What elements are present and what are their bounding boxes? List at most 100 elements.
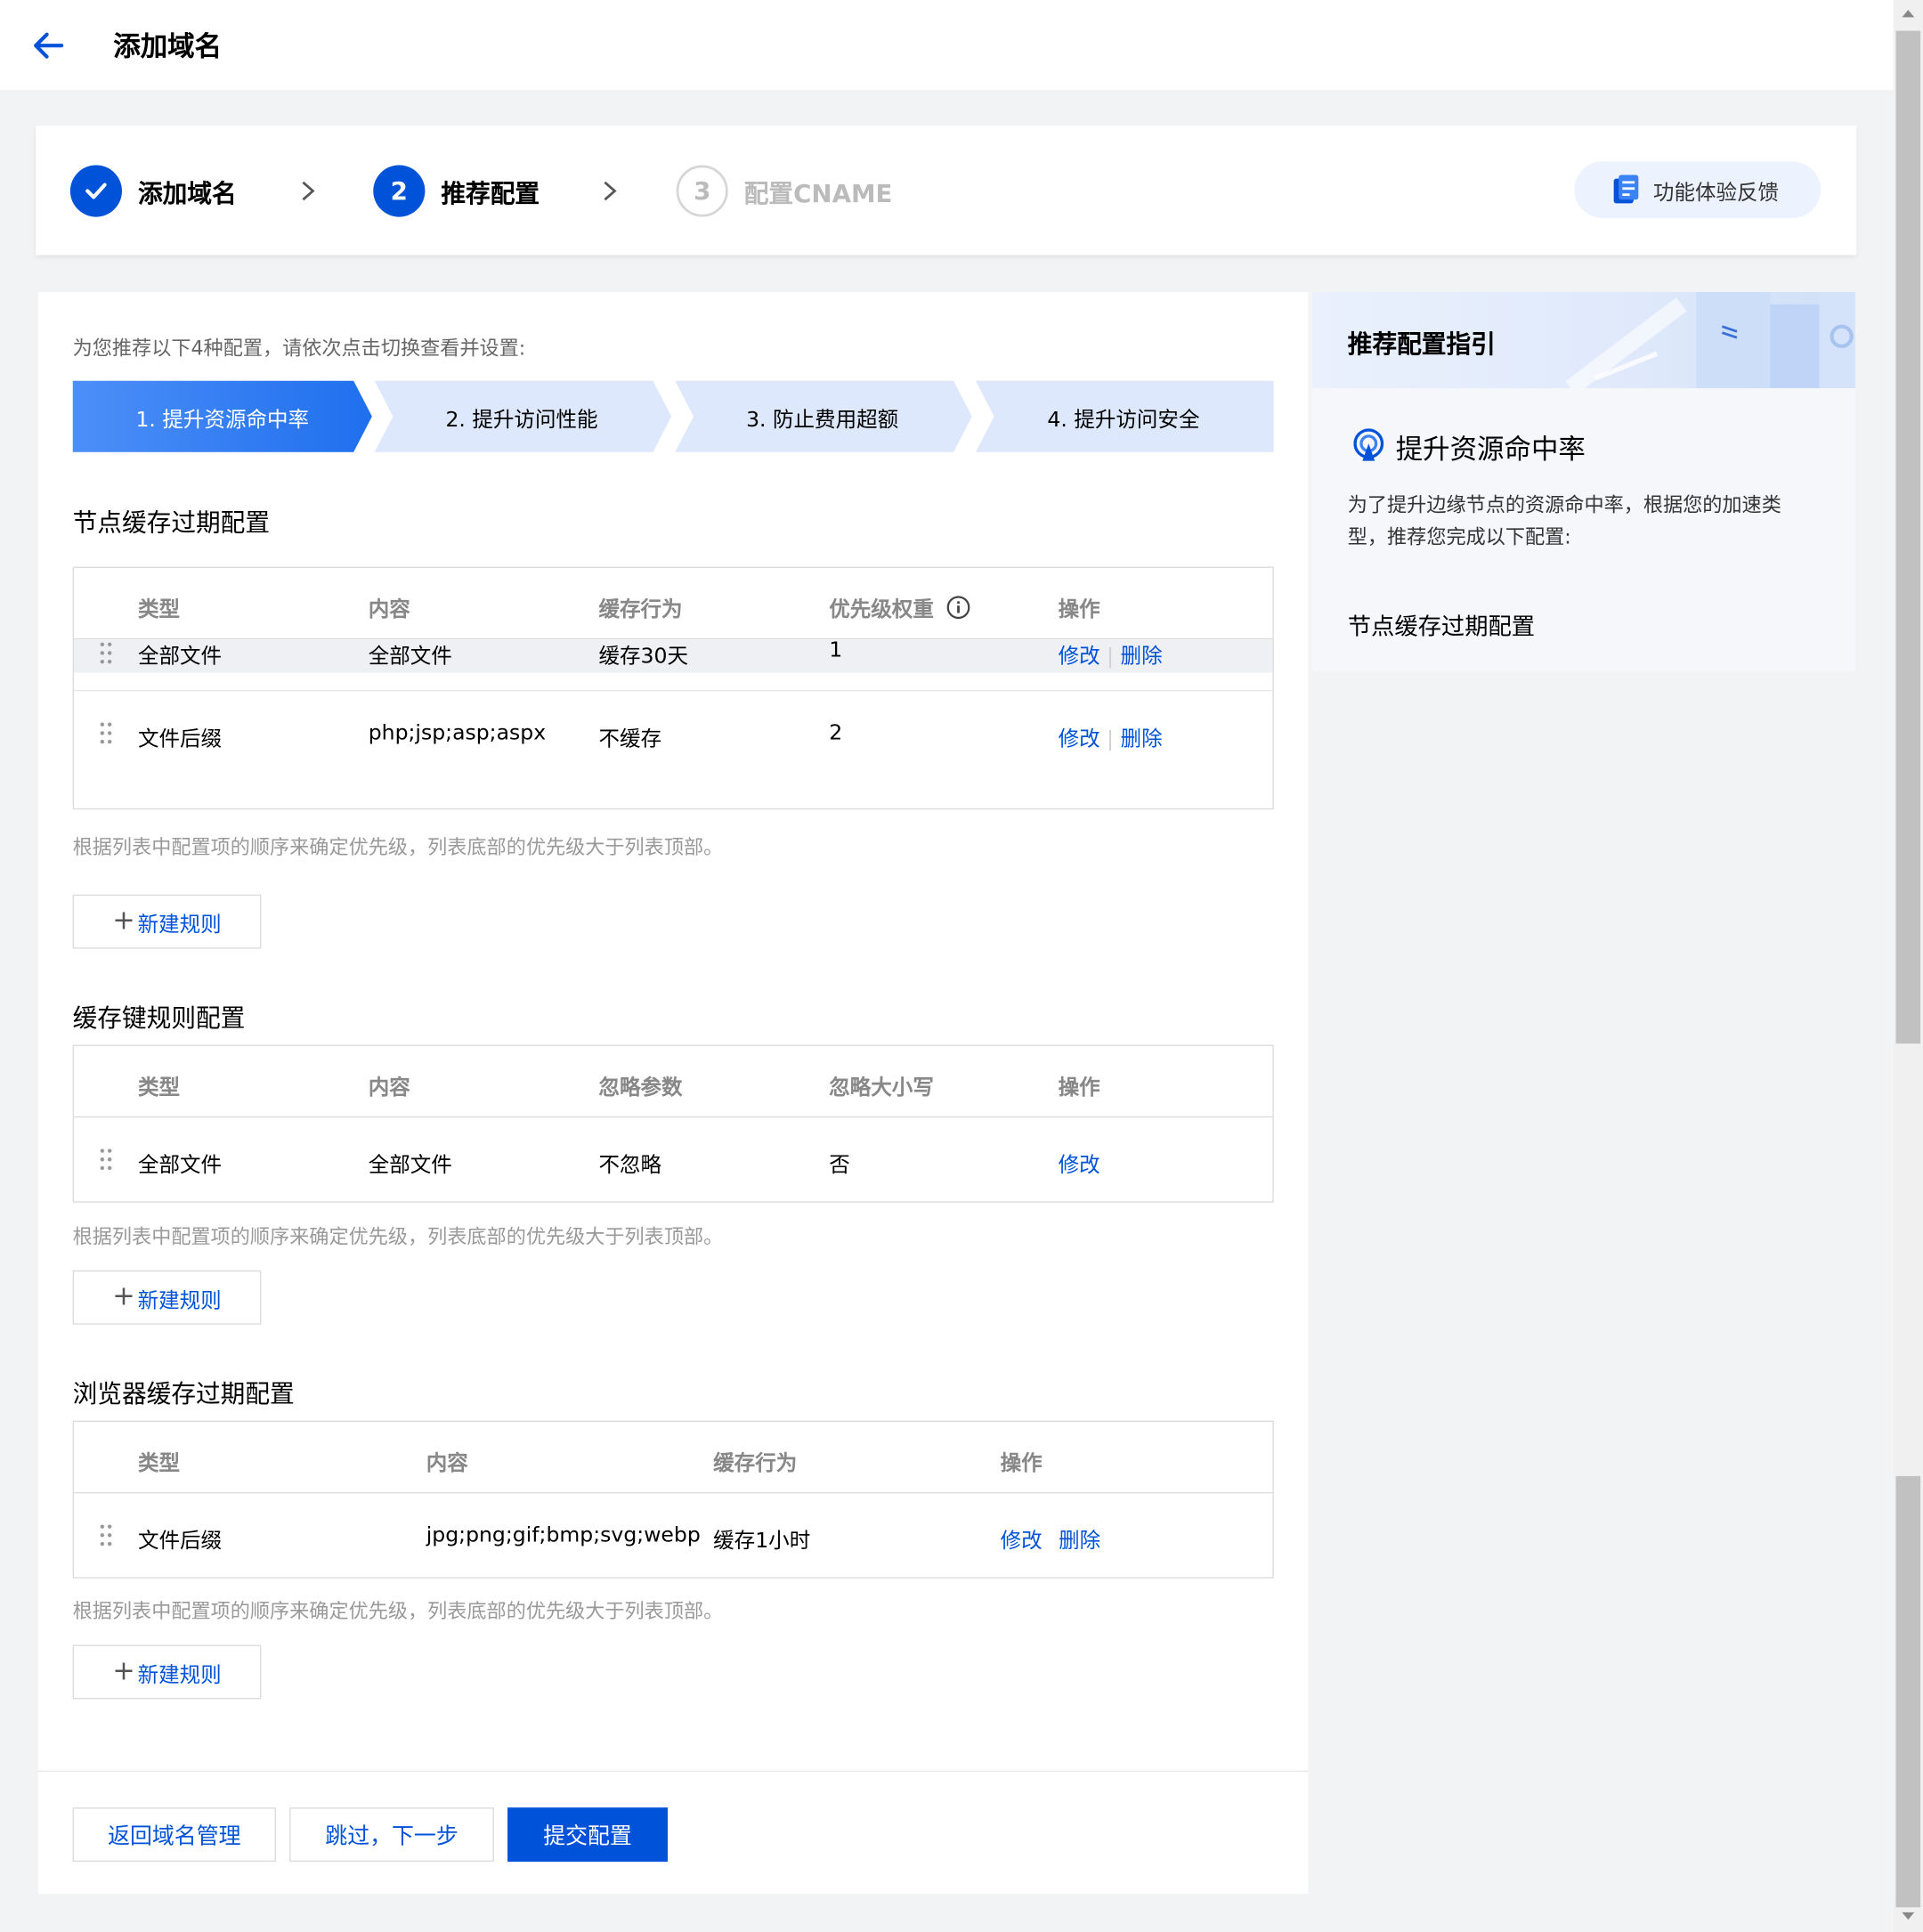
section-title: 节点缓存过期配置 xyxy=(72,507,271,538)
signal-icon xyxy=(1353,428,1384,461)
top-bar: 添加域名 xyxy=(0,0,1894,91)
guide-header: 推荐配置指引 xyxy=(1311,291,1855,388)
cell-content: jpg;png;gif;bmp;svg;webp xyxy=(426,1522,701,1548)
step-add-domain: 添加域名 xyxy=(69,165,237,217)
cell-content: 全部文件 xyxy=(368,1153,452,1179)
feedback-document-icon xyxy=(1613,175,1639,204)
edit-link[interactable]: 修改 xyxy=(1059,1153,1100,1178)
drag-handle-icon[interactable] xyxy=(99,721,114,746)
column-header: 类型 xyxy=(137,597,181,622)
cell-ignore-case: 否 xyxy=(829,1153,850,1179)
plus-icon: + xyxy=(112,905,135,937)
intro-text: 为您推荐以下4种配置，请依次点击切换查看并设置: xyxy=(72,336,526,361)
guide-subtitle: 提升资源命中率 xyxy=(1395,434,1586,467)
tab-performance[interactable]: 2. 提升访问性能 xyxy=(372,380,672,452)
column-header: 操作 xyxy=(1058,1076,1100,1100)
column-header: 缓存行为 xyxy=(713,1451,798,1476)
column-header: 优先级权重 xyxy=(829,591,970,622)
vertical-scrollbar[interactable] xyxy=(1893,0,1923,1932)
new-rule-button[interactable]: + 新建规则 xyxy=(72,1644,262,1700)
drag-handle-icon[interactable] xyxy=(99,1523,114,1548)
tab-security[interactable]: 4. 提升访问安全 xyxy=(973,380,1274,452)
step-config-cname: 3 配置CNAME xyxy=(676,165,893,217)
column-header: 忽略大小写 xyxy=(829,1076,934,1100)
skip-next-button[interactable]: 跳过，下一步 xyxy=(289,1807,494,1863)
edit-link[interactable]: 修改 xyxy=(1059,727,1100,752)
cell-type: 文件后缀 xyxy=(137,1529,223,1555)
submit-config-button[interactable]: 提交配置 xyxy=(507,1807,668,1863)
main-card: 为您推荐以下4种配置，请依次点击切换查看并设置: 1. 提升资源命中率 2. 提… xyxy=(37,291,1309,1895)
cell-behavior: 缓存30天 xyxy=(598,644,688,670)
column-header-label: 优先级权重 xyxy=(829,597,934,622)
guide-title: 推荐配置指引 xyxy=(1347,329,1496,359)
cell-priority: 2 xyxy=(829,720,843,746)
cell-actions: 修改 xyxy=(1059,1147,1100,1178)
scrollbar-thumb-secondary[interactable] xyxy=(1895,1475,1921,1908)
table-row: 全部文件 全部文件 缓存30天 1 修改 | 删除 xyxy=(74,637,1273,692)
tab-cost[interactable]: 3. 防止费用超额 xyxy=(673,380,972,452)
cell-type: 全部文件 xyxy=(137,1153,223,1179)
cell-actions: 修改 | 删除 xyxy=(1059,721,1163,752)
column-header: 忽略参数 xyxy=(598,1076,683,1100)
separator: | xyxy=(1107,727,1121,752)
cell-content: 全部文件 xyxy=(368,644,452,670)
cell-ignore-params: 不忽略 xyxy=(598,1153,662,1179)
edit-link[interactable]: 修改 xyxy=(1059,645,1100,670)
step-label: 添加域名 xyxy=(137,177,237,208)
check-icon xyxy=(69,165,122,217)
new-rule-button[interactable]: + 新建规则 xyxy=(72,894,262,949)
footer-divider xyxy=(37,1770,1309,1773)
column-header: 内容 xyxy=(368,597,410,622)
priority-tip: 根据列表中配置项的顺序来确定优先级，列表底部的优先级大于列表顶部。 xyxy=(72,1599,724,1623)
info-icon[interactable] xyxy=(946,595,971,620)
delete-link[interactable]: 删除 xyxy=(1121,727,1163,752)
new-rule-button[interactable]: + 新建规则 xyxy=(72,1270,262,1325)
column-header: 类型 xyxy=(137,1076,181,1100)
new-rule-label: 新建规则 xyxy=(137,1662,222,1688)
cache-key-table: 类型 内容 忽略参数 忽略大小写 操作 全部文件 全部文件 不忽略 否 修改 xyxy=(72,1044,1274,1203)
step-number: 2 xyxy=(373,165,426,217)
plus-icon: + xyxy=(112,1655,135,1687)
back-arrow-icon[interactable] xyxy=(32,29,64,61)
priority-tip: 根据列表中配置项的顺序来确定优先级，列表底部的优先级大于列表顶部。 xyxy=(72,835,724,859)
config-tabs: 1. 提升资源命中率 2. 提升访问性能 3. 防止费用超额 4. 提升访问安全 xyxy=(72,380,1274,452)
edit-link[interactable]: 修改 xyxy=(1001,1529,1043,1554)
table-header: 类型 内容 忽略参数 忽略大小写 操作 xyxy=(74,1046,1273,1118)
cell-behavior: 缓存1小时 xyxy=(713,1529,811,1555)
plus-icon: + xyxy=(112,1281,135,1312)
table-header: 类型 内容 缓存行为 优先级权重 操作 xyxy=(74,568,1273,640)
scroll-up-arrow-icon[interactable] xyxy=(1902,10,1915,18)
back-to-domain-button[interactable]: 返回域名管理 xyxy=(72,1807,276,1863)
delete-link[interactable]: 删除 xyxy=(1059,1529,1100,1554)
step-label: 配置CNAME xyxy=(743,177,893,208)
delete-link[interactable]: 删除 xyxy=(1121,645,1163,670)
cell-actions: 修改 | 删除 xyxy=(1059,638,1163,670)
table-header: 类型 内容 缓存行为 操作 xyxy=(74,1422,1273,1494)
cell-behavior: 不缓存 xyxy=(598,727,662,752)
chevron-right-icon xyxy=(302,181,315,201)
drag-handle-icon[interactable] xyxy=(99,641,114,666)
steps-card: 添加域名 2 推荐配置 3 配置CNAME 功能体验反馈 xyxy=(36,126,1857,256)
new-rule-label: 新建规则 xyxy=(137,912,222,938)
guide-panel: 推荐配置指引 提升资源命中率 为了提升边缘节点的资源命中率，根据您的加速类型，推… xyxy=(1311,291,1855,672)
browser-cache-table: 类型 内容 缓存行为 操作 文件后缀 jpg;png;gif;bmp;svg;w… xyxy=(72,1420,1274,1579)
scroll-down-arrow-icon[interactable] xyxy=(1902,1912,1915,1920)
chevron-right-icon xyxy=(604,181,617,201)
step-recommend-config: 2 推荐配置 xyxy=(373,165,540,217)
drag-handle-icon[interactable] xyxy=(99,1147,114,1172)
guide-banner-illustration xyxy=(1565,291,1855,388)
cell-priority: 1 xyxy=(829,637,843,663)
node-cache-table: 类型 内容 缓存行为 优先级权重 操作 全部文件 全部文件 缓存30天 1 修改… xyxy=(72,566,1274,810)
table-row: 全部文件 全部文件 不忽略 否 修改 xyxy=(74,1117,1272,1201)
section-title: 浏览器缓存过期配置 xyxy=(72,1378,295,1408)
cell-content: php;jsp;asp;aspx xyxy=(368,720,547,746)
table-row: 文件后缀 php;jsp;asp;aspx 不缓存 2 修改 | 删除 xyxy=(74,691,1272,775)
column-header: 操作 xyxy=(1058,597,1100,622)
scrollbar-thumb[interactable] xyxy=(1895,30,1921,1044)
tab-label: 2. 提升访问性能 xyxy=(445,407,598,433)
separator: | xyxy=(1107,644,1121,670)
column-header: 缓存行为 xyxy=(598,597,683,622)
feedback-button[interactable]: 功能体验反馈 xyxy=(1574,161,1822,218)
tab-hit-rate[interactable]: 1. 提升资源命中率 xyxy=(72,380,372,452)
feedback-label: 功能体验反馈 xyxy=(1652,180,1780,206)
